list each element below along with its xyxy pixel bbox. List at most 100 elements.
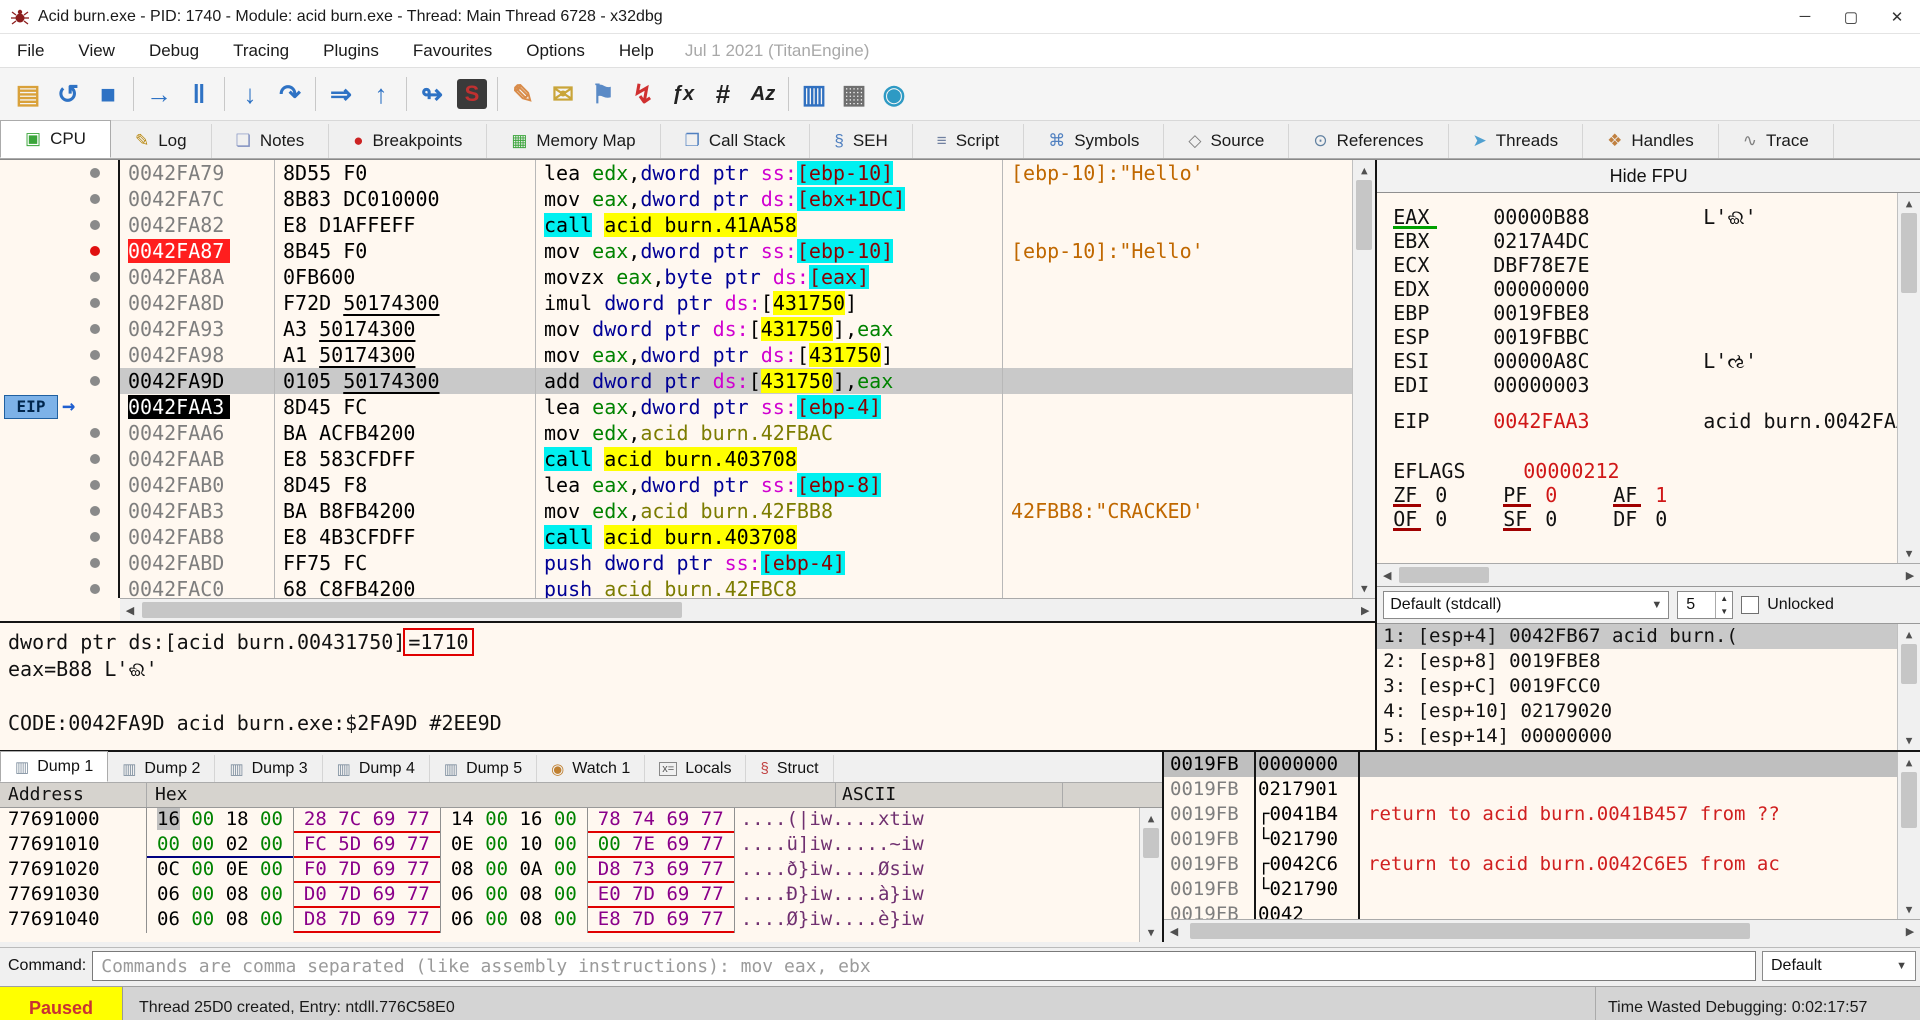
- patch-icon[interactable]: ✎: [503, 74, 543, 114]
- dump-hex-group[interactable]: 00 00 02 00: [146, 833, 293, 858]
- address-cell[interactable]: 0042FAB0: [118, 472, 274, 498]
- instruction-cell[interactable]: push acid burn.42FBC8: [535, 576, 1002, 598]
- stack-arg-row[interactable]: 4: [esp+10] 02179020: [1377, 699, 1920, 724]
- restart-icon[interactable]: ↺: [48, 74, 88, 114]
- tab-locals[interactable]: x=Locals: [645, 755, 746, 782]
- dump-hex-group[interactable]: E8 7D 69 77: [587, 908, 734, 933]
- scroll-down-arrow-icon[interactable]: ▼: [1898, 730, 1920, 750]
- scroll-up-arrow-icon[interactable]: ▲: [1898, 624, 1920, 644]
- breakpoint-dot-icon[interactable]: [90, 246, 100, 256]
- dump-hex-group[interactable]: 00 7E 69 77: [587, 833, 734, 858]
- registers-vertical-scrollbar[interactable]: ▲ ▼: [1897, 193, 1920, 563]
- stack-row[interactable]: 0019FB0217901: [1164, 777, 1920, 802]
- label-icon[interactable]: ⚑: [583, 74, 623, 114]
- scroll-thumb[interactable]: [1901, 213, 1917, 293]
- instruction-cell[interactable]: call acid burn.403708: [535, 446, 1002, 472]
- flags-row[interactable]: OF0SF0DF0: [1377, 507, 1920, 531]
- dump-hex-group[interactable]: 06 00 08 00: [146, 908, 293, 933]
- tab-references[interactable]: ⊙References: [1289, 124, 1448, 158]
- stack-row[interactable]: 0019FB┌0041B4return to acid burn.0041B45…: [1164, 802, 1920, 827]
- stop-icon[interactable]: ■: [88, 74, 128, 114]
- tab-dump-2[interactable]: ▥Dump 2: [108, 755, 215, 782]
- dump-hex-group[interactable]: E0 7D 69 77: [587, 883, 734, 908]
- args-vertical-scrollbar[interactable]: ▲ ▼: [1897, 624, 1920, 750]
- stack-arg-row[interactable]: 1: [esp+4] 0042FB67 acid burn.(: [1377, 624, 1920, 649]
- hash-icon[interactable]: #: [703, 74, 743, 114]
- stack-row[interactable]: 0019FB0000000: [1164, 752, 1920, 777]
- az-icon[interactable]: Az: [743, 74, 783, 114]
- command-script-dropdown[interactable]: Default▼: [1762, 951, 1916, 981]
- disasm-row[interactable]: 0042FAC068 C8FB4200push acid burn.42FBC8: [0, 576, 1375, 598]
- stack-row[interactable]: 0019FB└021790: [1164, 827, 1920, 852]
- address-cell[interactable]: 0042FAB3: [118, 498, 274, 524]
- address-cell[interactable]: 0042FAC0: [118, 576, 274, 598]
- instruction-cell[interactable]: lea edx,dword ptr ss:[ebp-10]: [535, 160, 1002, 186]
- scroll-right-arrow-icon[interactable]: ▶: [1900, 565, 1920, 585]
- stack-horizontal-scrollbar[interactable]: ◀ ▶: [1164, 919, 1920, 942]
- instruction-cell[interactable]: mov edx,acid burn.42FBAC: [535, 420, 1002, 446]
- scroll-thumb[interactable]: [1356, 180, 1372, 250]
- scroll-left-arrow-icon[interactable]: ◀: [1377, 565, 1397, 585]
- address-cell[interactable]: 0042FABD: [118, 550, 274, 576]
- step-into-icon[interactable]: ↓: [230, 74, 270, 114]
- menu-debug[interactable]: Debug: [132, 41, 216, 61]
- disasm-horizontal-scrollbar[interactable]: ◀ ▶: [120, 598, 1375, 621]
- instruction-cell[interactable]: mov eax,dword ptr ds:[ebx+1DC]: [535, 186, 1002, 212]
- scroll-thumb[interactable]: [1399, 567, 1489, 583]
- close-button[interactable]: ✕: [1874, 0, 1920, 33]
- dump-hex-group[interactable]: 16 00 18 00: [146, 808, 293, 833]
- register-row-ecx[interactable]: ECXDBF78E7E: [1377, 253, 1920, 277]
- step-out-icon[interactable]: ↑: [361, 74, 401, 114]
- address-cell[interactable]: 0042FAB8: [118, 524, 274, 550]
- disasm-row[interactable]: 0042FA798D55 F0lea edx,dword ptr ss:[ebp…: [0, 160, 1375, 186]
- scroll-up-arrow-icon[interactable]: ▲: [1353, 160, 1375, 180]
- scroll-thumb[interactable]: [1901, 772, 1917, 828]
- register-row-esi[interactable]: ESI00000A8CL'ઌ': [1377, 349, 1920, 373]
- tab-source[interactable]: ◇Source: [1164, 124, 1289, 158]
- disassembly-view[interactable]: 0042FA798D55 F0lea edx,dword ptr ss:[ebp…: [0, 160, 1375, 598]
- tab-breakpoints[interactable]: ●Breakpoints: [329, 124, 487, 158]
- tab-dump-3[interactable]: ▥Dump 3: [215, 755, 322, 782]
- register-row-esp[interactable]: ESP0019FBBC: [1377, 325, 1920, 349]
- address-cell[interactable]: 0042FA79: [118, 160, 274, 186]
- tab-script[interactable]: ≡Script: [913, 124, 1024, 158]
- run-icon[interactable]: →: [139, 74, 179, 114]
- scroll-thumb[interactable]: [1143, 828, 1159, 858]
- stack-args-view[interactable]: 1: [esp+4] 0042FB67 acid burn.(2: [esp+8…: [1377, 624, 1920, 750]
- scroll-thumb[interactable]: [142, 602, 682, 618]
- address-cell[interactable]: 0042FA93: [118, 316, 274, 342]
- scroll-up-arrow-icon[interactable]: ▲: [1140, 808, 1162, 828]
- disasm-row[interactable]: 0042FAB8E8 4B3CFDFFcall acid burn.403708: [0, 524, 1375, 550]
- fx-icon[interactable]: ƒx: [663, 74, 703, 114]
- execute-till-return-icon[interactable]: ⇒: [321, 74, 361, 114]
- calling-convention-select[interactable]: Default (stdcall)▼: [1383, 591, 1669, 619]
- tab-dump-4[interactable]: ▥Dump 4: [323, 755, 430, 782]
- dump-hex-group[interactable]: 08 00 0A 00: [440, 858, 587, 883]
- disasm-row[interactable]: 0042FA878B45 F0mov eax,dword ptr ss:[ebp…: [0, 238, 1375, 264]
- register-row-eax[interactable]: EAX00000B88L'ଈ': [1377, 205, 1920, 229]
- disasm-row[interactable]: 0042FA8A0FB600movzx eax,byte ptr ds:[eax…: [0, 264, 1375, 290]
- comment-icon[interactable]: ✉: [543, 74, 583, 114]
- disasm-row[interactable]: 0042FA7C8B83 DC010000mov eax,dword ptr d…: [0, 186, 1375, 212]
- disasm-row[interactable]: EIP→0042FAA38D45 FClea eax,dword ptr ss:…: [0, 394, 1375, 420]
- scroll-up-arrow-icon[interactable]: ▲: [1898, 193, 1920, 213]
- step-over-icon[interactable]: ↷: [270, 74, 310, 114]
- dump-row[interactable]: 776910200C 00 0E 00F0 7D 69 7708 00 0A 0…: [0, 858, 1162, 883]
- tab-symbols[interactable]: ⌘Symbols: [1024, 124, 1164, 158]
- address-cell[interactable]: 0042FA9D: [118, 368, 274, 394]
- instruction-cell[interactable]: lea eax,dword ptr ss:[ebp-8]: [535, 472, 1002, 498]
- tab-struct[interactable]: §Struct: [746, 755, 833, 782]
- instruction-cell[interactable]: add dword ptr ds:[431750],eax: [535, 368, 1002, 394]
- address-cell[interactable]: 0042FA7C: [118, 186, 274, 212]
- stack-arg-row[interactable]: 3: [esp+C] 0019FCC0: [1377, 674, 1920, 699]
- tab-cpu[interactable]: ▣CPU: [0, 120, 111, 158]
- scroll-thumb[interactable]: [1190, 923, 1750, 939]
- flags-row[interactable]: ZF0PF0AF1: [1377, 483, 1920, 507]
- menu-plugins[interactable]: Plugins: [306, 41, 396, 61]
- stack-row[interactable]: 0019FB┌0042C6return to acid burn.0042C6E…: [1164, 852, 1920, 877]
- arg-count-stepper[interactable]: 5 ▲▼: [1677, 591, 1733, 619]
- instruction-cell[interactable]: mov dword ptr ds:[431750],eax: [535, 316, 1002, 342]
- disasm-vertical-scrollbar[interactable]: ▲ ▼: [1352, 160, 1375, 598]
- dump-row[interactable]: 7769104006 00 08 00D8 7D 69 7706 00 08 0…: [0, 908, 1162, 933]
- tab-call-stack[interactable]: ❐Call Stack: [661, 124, 811, 158]
